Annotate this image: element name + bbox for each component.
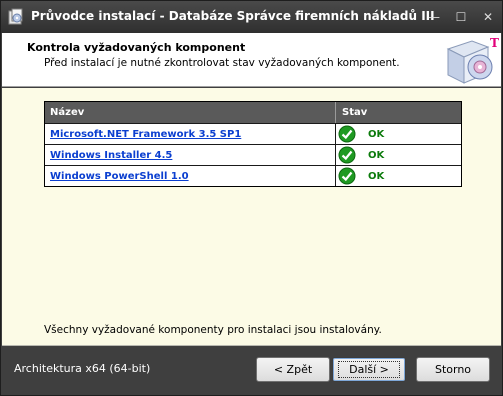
- brand-t-logo: T: [490, 36, 499, 50]
- check-icon: [338, 125, 356, 143]
- component-link[interactable]: Windows Installer 4.5: [50, 150, 172, 161]
- cancel-button[interactable]: Storno: [416, 357, 490, 382]
- window-title: Průvodce instalací - Databáze Správce fi…: [31, 9, 435, 23]
- installer-app-icon: [8, 8, 23, 25]
- component-status-cell: OK: [336, 166, 461, 186]
- component-status-cell: OK: [336, 124, 461, 144]
- status-ok-text: OK: [368, 170, 385, 182]
- setup-box-icon: T: [446, 36, 499, 84]
- component-name-cell: Microsoft.NET Framework 3.5 SP1: [45, 124, 336, 144]
- page-title: Kontrola vyžadovaných komponent: [27, 41, 246, 54]
- component-name-cell: Windows PowerShell 1.0: [45, 166, 336, 186]
- page-subtitle: Před instalací je nutné zkontrolovat sta…: [44, 57, 400, 69]
- column-header-status: Stav: [342, 107, 368, 118]
- next-button[interactable]: Další >: [332, 357, 406, 382]
- component-name-cell: Windows Installer 4.5: [45, 145, 336, 165]
- components-table: Název Stav Microsoft.NET Framework 3.5 S…: [44, 101, 462, 187]
- check-icon: [338, 146, 356, 164]
- button-bar: Architektura x64 (64-bit) < Zpět Další >…: [2, 346, 501, 394]
- status-message: Všechny vyžadované komponenty pro instal…: [44, 324, 382, 336]
- content-area: Název Stav Microsoft.NET Framework 3.5 S…: [2, 88, 501, 346]
- architecture-label: Architektura x64 (64-bit): [14, 362, 151, 375]
- table-header: Název Stav: [45, 102, 461, 123]
- status-ok-text: OK: [368, 128, 385, 140]
- installer-window: Průvodce instalací - Databáze Správce fi…: [0, 0, 503, 396]
- close-icon[interactable]: ✕: [475, 8, 501, 26]
- component-link[interactable]: Windows PowerShell 1.0: [50, 171, 189, 182]
- column-header-name: Název: [45, 102, 336, 123]
- wizard-header: Kontrola vyžadovaných komponent Před ins…: [2, 33, 501, 87]
- maximize-icon[interactable]: ☐: [448, 8, 474, 26]
- table-row: Windows PowerShell 1.0 OK: [45, 165, 461, 186]
- title-bar[interactable]: Průvodce instalací - Databáze Správce fi…: [1, 1, 502, 33]
- next-button-label: Další >: [338, 361, 400, 378]
- component-link[interactable]: Microsoft.NET Framework 3.5 SP1: [50, 129, 241, 140]
- component-status-cell: OK: [336, 145, 461, 165]
- table-row: Microsoft.NET Framework 3.5 SP1 OK: [45, 123, 461, 144]
- status-ok-text: OK: [368, 149, 385, 161]
- minimize-icon[interactable]: —: [421, 8, 447, 26]
- check-icon: [338, 167, 356, 185]
- back-button[interactable]: < Zpět: [256, 357, 330, 382]
- table-row: Windows Installer 4.5 OK: [45, 144, 461, 165]
